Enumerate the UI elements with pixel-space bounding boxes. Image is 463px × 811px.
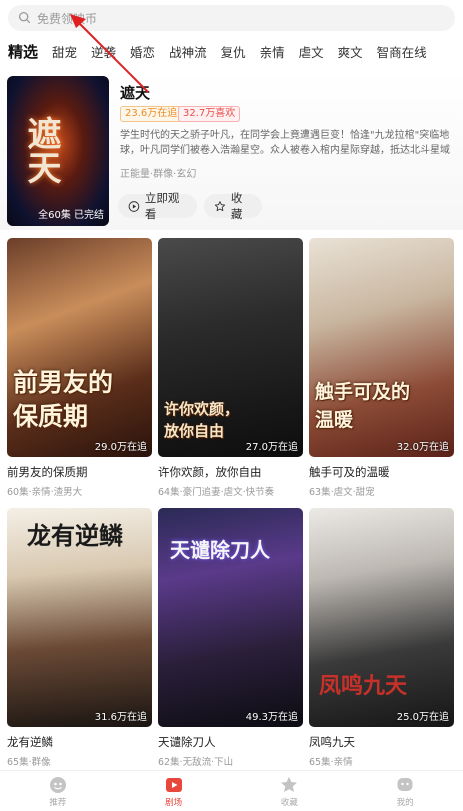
follow-count: 32.0万在追	[396, 442, 449, 453]
featured-tags: 正能量·群像·玄幻	[120, 169, 197, 180]
tab-comeback[interactable]: 逆袭	[91, 42, 116, 61]
drama-card[interactable]: 许你欢颜， 放你自由 27.0万在追 许你欢颜，放你自由 64集·豪门追妻·虐文…	[158, 238, 303, 498]
follow-count: 29.0万在追	[94, 442, 147, 453]
drama-meta: 65集·亲情	[309, 757, 353, 768]
nav-label: 推荐	[49, 797, 67, 808]
poster-title-art: 许你欢颜， 放你自由	[164, 400, 240, 440]
bottom-nav: 推荐 剧场 收藏 我的	[0, 770, 463, 811]
drama-title: 前男友的保质期	[7, 465, 88, 479]
drama-meta: 63集·虐文·甜宠	[309, 487, 375, 498]
tab-smart[interactable]: 智商在线	[377, 42, 427, 61]
drama-poster[interactable]: 天谴除刀人 49.3万在追	[158, 508, 303, 727]
drama-meta: 65集·群像	[7, 757, 51, 768]
follow-count: 49.3万在追	[245, 712, 298, 723]
collect-button[interactable]: 收藏	[204, 191, 262, 221]
search-bar[interactable]: 免费领映币	[8, 5, 455, 31]
nav-recommend[interactable]: 推荐	[0, 771, 116, 811]
watch-now-button[interactable]: 立即观看	[118, 191, 197, 221]
drama-card[interactable]: 前男友的 保质期 29.0万在追 前男友的保质期 60集·亲情·渣男大	[7, 238, 152, 498]
drama-card[interactable]: 凤鸣九天 25.0万在追 凤鸣九天 65集·亲情	[309, 508, 454, 768]
poster-title-art: 龙有逆鳞	[27, 521, 123, 550]
search-placeholder: 免费领映币	[37, 11, 98, 26]
drama-title: 凤鸣九天	[309, 735, 355, 749]
drama-poster[interactable]: 龙有逆鳞 31.6万在追	[7, 508, 152, 727]
play-icon	[128, 200, 140, 212]
tab-war-god[interactable]: 战神流	[169, 42, 207, 61]
featured-cover-title: 遮天	[21, 116, 61, 184]
tab-angst[interactable]: 虐文	[299, 42, 324, 61]
follow-count: 27.0万在追	[245, 442, 298, 453]
recommend-icon	[49, 776, 66, 793]
drama-meta: 60集·亲情·渣男大	[7, 487, 83, 498]
poster-title-art: 前男友的 保质期	[13, 368, 114, 431]
nav-label: 收藏	[280, 797, 298, 808]
poster-title-art: 天谴除刀人	[170, 538, 270, 562]
likes-badge: 32.7万喜欢	[178, 106, 241, 122]
theater-icon	[165, 777, 182, 792]
poster-title-art: 凤鸣九天	[319, 673, 408, 699]
drama-title: 龙有逆鳞	[7, 735, 53, 749]
follow-count: 25.0万在追	[396, 712, 449, 723]
drama-meta: 62集·无敌流·下山	[158, 757, 234, 768]
drama-poster[interactable]: 触手可及的 温暖 32.0万在追	[309, 238, 454, 457]
follow-count: 31.6万在追	[94, 712, 147, 723]
nav-label: 剧场	[165, 797, 183, 808]
nav-profile[interactable]: 我的	[347, 771, 463, 811]
profile-icon	[397, 777, 413, 791]
tab-marriage[interactable]: 婚恋	[130, 42, 155, 61]
featured-title: 遮天	[120, 84, 151, 102]
featured-cover[interactable]: 遮天 全60集 已完结	[7, 76, 109, 226]
drama-poster[interactable]: 前男友的 保质期 29.0万在追	[7, 238, 152, 457]
poster-title-art: 触手可及的 温暖	[315, 381, 411, 431]
collect-label: 收藏	[230, 191, 243, 221]
search-icon	[18, 9, 31, 28]
tab-featured[interactable]: 精选	[8, 41, 38, 62]
category-tabs: 精选 甜宠 逆袭 婚恋 战神流 复仇 亲情 虐文 爽文 智商在线	[0, 36, 463, 66]
nav-label: 我的	[396, 797, 414, 808]
featured-episode-info: 全60集 已完结	[38, 210, 104, 221]
drama-card[interactable]: 天谴除刀人 49.3万在追 天谴除刀人 62集·无敌流·下山	[158, 508, 303, 768]
drama-card[interactable]: 龙有逆鳞 31.6万在追 龙有逆鳞 65集·群像	[7, 508, 152, 768]
nav-favorites[interactable]: 收藏	[232, 771, 348, 811]
tab-family[interactable]: 亲情	[260, 42, 285, 61]
featured-drama[interactable]: 遮天 全60集 已完结 遮天 23.6万在追 32.7万喜欢 学生时代的天之骄子…	[0, 70, 463, 230]
watch-now-label: 立即观看	[144, 191, 180, 221]
star-icon	[281, 776, 298, 792]
drama-title: 触手可及的温暖	[309, 465, 390, 479]
tab-satisfying[interactable]: 爽文	[338, 42, 363, 61]
drama-meta: 64集·豪门追妻·虐文·快节奏	[158, 487, 275, 498]
drama-card[interactable]: 触手可及的 温暖 32.0万在追 触手可及的温暖 63集·虐文·甜宠	[309, 238, 454, 498]
drama-title: 天谴除刀人	[158, 735, 216, 749]
drama-poster[interactable]: 许你欢颜， 放你自由 27.0万在追	[158, 238, 303, 457]
drama-title: 许你欢颜，放你自由	[158, 465, 262, 479]
following-badge: 23.6万在追	[120, 106, 183, 122]
nav-theater[interactable]: 剧场	[116, 771, 232, 811]
tab-sweet[interactable]: 甜宠	[52, 42, 77, 61]
tab-revenge[interactable]: 复仇	[221, 42, 246, 61]
star-outline-icon	[214, 200, 226, 211]
drama-poster[interactable]: 凤鸣九天 25.0万在追	[309, 508, 454, 727]
featured-description: 学生时代的天之骄子叶凡，在同学会上竟遭遇巨变！恰逢"九龙拉棺"突临地球，叶凡同学…	[120, 130, 450, 156]
